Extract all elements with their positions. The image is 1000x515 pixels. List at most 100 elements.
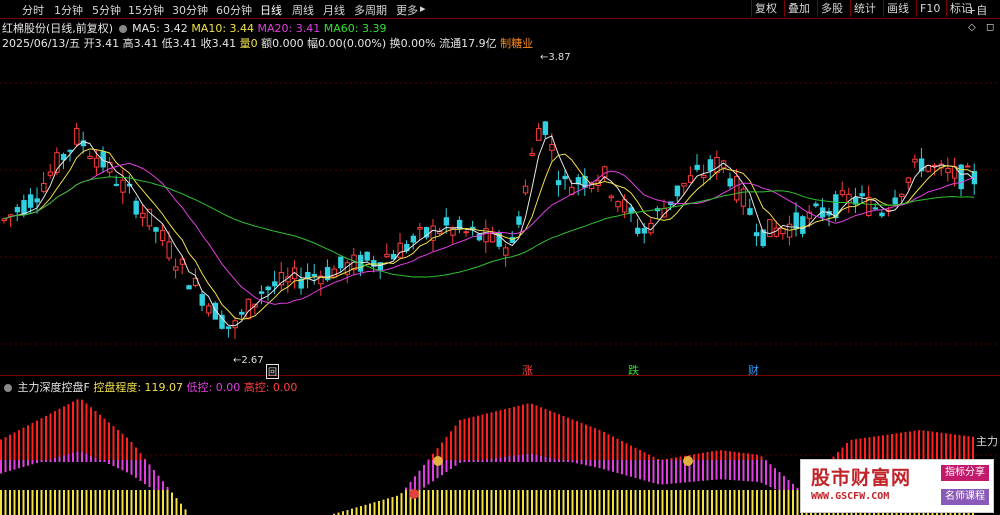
money-bag-icon [683,456,693,466]
candle-body [463,231,469,234]
candle-body [311,273,318,277]
candle-body [549,144,555,151]
watermark-tag-share: 指标分享 [941,465,989,481]
candle-body [120,179,126,193]
candle-body [767,219,773,238]
watermark-url: WWW.GSCFW.COM [811,491,890,502]
candle-body [173,266,179,271]
watermark-tag-course: 名师课程 [941,489,989,505]
indicator-name: 主力深度控盘F [17,381,90,394]
candle-body [41,183,47,192]
indicator-title-line: 主力深度控盘F 控盘程度: 119.07 低控: 0.00 高控: 0.00 [2,379,297,395]
event-marker[interactable]: 回 [266,364,280,379]
control-degree: 控盘程度: 119.07 [93,381,184,394]
candle-body [113,183,120,186]
candle-body [516,216,522,225]
watermark-title: 股市财富网 [811,467,912,489]
candle-body [727,178,733,187]
ma10-line [3,148,975,320]
candle-body [747,208,753,215]
event-marker[interactable]: 财 [748,362,759,378]
candle-body [225,326,232,329]
money-bag-icon [433,456,443,466]
candle-body [542,121,549,135]
candle-body [555,180,562,186]
candle-body [14,207,21,213]
indicator-settings-icon[interactable] [4,384,12,392]
candle-body [707,159,714,172]
low-control: 低控: 0.00 [186,381,241,394]
candle-body [872,207,879,210]
candle-body [265,286,271,291]
candle-body [602,166,608,178]
money-bag-icon [409,489,419,499]
candle-body [258,291,265,294]
candle-body [47,171,54,176]
candle-body [701,174,707,178]
candlestick-chart[interactable] [0,0,1000,515]
candle-body [687,175,694,183]
candle-body [140,212,146,219]
candle-body [186,285,192,290]
candle-body [107,162,113,173]
candle-body [892,197,898,205]
candle-body [410,235,417,243]
candle-body [21,200,27,216]
candle-body [800,216,806,234]
candle-body [536,128,542,141]
candle-body [93,157,100,168]
candle-body [734,175,740,201]
candle-body [153,227,159,232]
candle-body [67,149,73,152]
high-control: 高控: 0.00 [243,381,298,394]
candle-body [859,193,865,197]
candle-body [681,182,687,187]
candle-body [793,212,799,229]
candle-body [912,158,918,163]
candle-body [384,253,390,258]
candle-body [133,200,139,215]
candle-body [753,232,760,237]
candle-body [615,201,621,208]
candle-body [34,198,40,203]
candle-body [443,217,450,226]
candle-body [272,281,278,287]
candle-body [417,227,423,230]
candle-body [945,167,951,174]
candle-body [608,195,615,199]
candle-body [212,302,219,320]
candle-body [338,256,344,269]
candle-body [674,185,681,197]
indicator-side-label: 主力 [976,435,998,448]
candle-body [27,194,34,208]
candle-body [364,251,370,261]
candle-body [522,185,529,194]
candle-body [839,190,846,196]
price-low-label: ←2.67 [233,355,264,366]
candle-body [958,164,964,190]
candle-body [529,153,535,156]
candle-body [562,175,568,180]
candle-body [206,305,212,314]
candle-body [397,242,403,259]
candle-body [899,193,905,198]
candle-body [199,294,205,306]
candle-body [641,228,648,234]
candle-body [635,227,641,234]
candle-body [503,247,509,256]
candle-body [905,177,912,183]
candle-body [965,165,971,168]
panel-divider [0,375,1000,376]
candle-body [621,199,628,213]
event-marker[interactable]: 涨 [522,362,533,378]
event-marker[interactable]: 跌 [628,362,639,378]
candle-body [239,311,245,315]
price-high-label: ←3.87 [540,52,571,63]
candle-body [74,128,80,145]
candle-body [87,155,93,160]
watermark-sticker: 股市财富网 WWW.GSCFW.COM 指标分享 名师课程 [800,459,994,513]
candle-body [813,203,819,207]
ma20-line [3,162,975,305]
candle-body [879,212,885,217]
candle-body [159,229,166,241]
